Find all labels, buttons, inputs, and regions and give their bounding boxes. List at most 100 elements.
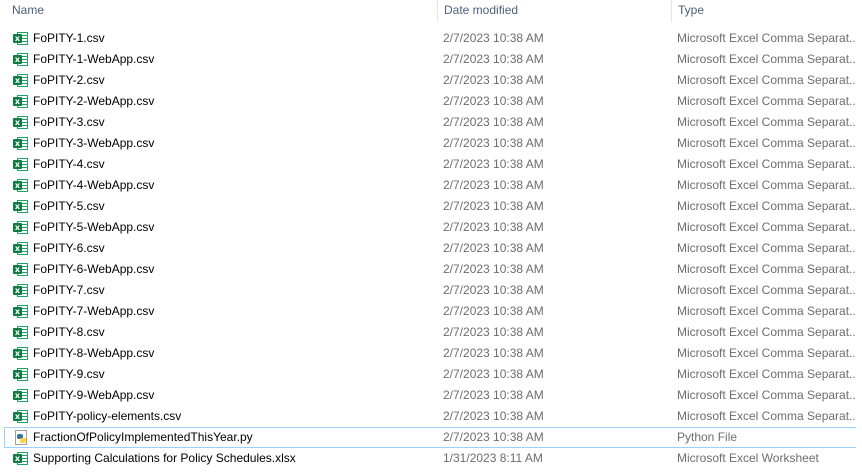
file-name[interactable]: FoPITY-6-WebApp.csv — [33, 259, 433, 280]
file-type: Microsoft Excel Comma Separat... — [677, 178, 857, 192]
excel-icon: x — [13, 388, 29, 403]
file-name[interactable]: FoPITY-7-WebApp.csv — [33, 301, 433, 322]
file-date-modified: 2/7/2023 10:38 AM — [443, 157, 544, 171]
file-date-modified: 2/7/2023 10:38 AM — [443, 409, 544, 423]
excel-icon: x — [13, 262, 29, 277]
column-header-type[interactable]: Type — [671, 0, 862, 22]
excel-icon: x — [13, 409, 29, 424]
file-name[interactable]: FoPITY-8.csv — [33, 322, 433, 343]
file-type: Microsoft Excel Comma Separat... — [677, 31, 857, 45]
column-header-name[interactable]: Name — [6, 0, 436, 22]
file-row[interactable]: x FoPITY-6-WebApp.csv 2/7/2023 10:38 AM Mic… — [0, 259, 862, 280]
file-name[interactable]: FoPITY-policy-elements.csv — [33, 406, 433, 427]
file-name[interactable]: FoPITY-9-WebApp.csv — [33, 385, 433, 406]
file-list: x FoPITY-1.csv 2/7/2023 10:38 AM Microsoft … — [0, 28, 862, 469]
excel-icon: x — [13, 136, 29, 151]
file-date-modified: 2/7/2023 10:38 AM — [443, 220, 544, 234]
file-name[interactable]: FoPITY-8-WebApp.csv — [33, 343, 433, 364]
file-name[interactable]: FoPITY-1-WebApp.csv — [33, 49, 433, 70]
file-row[interactable]: x FoPITY-9-WebApp.csv 2/7/2023 10:38 AM Mic… — [0, 385, 862, 406]
file-row[interactable]: x FoPITY-2.csv 2/7/2023 10:38 AM Microsoft … — [0, 70, 862, 91]
file-name[interactable]: FoPITY-5-WebApp.csv — [33, 217, 433, 238]
file-row[interactable]: x FoPITY-7-WebApp.csv 2/7/2023 10:38 AM Mic… — [0, 301, 862, 322]
file-name[interactable]: FoPITY-4-WebApp.csv — [33, 175, 433, 196]
file-date-modified: 2/7/2023 10:38 AM — [443, 136, 544, 150]
file-date-modified: 2/7/2023 10:38 AM — [443, 115, 544, 129]
file-row[interactable]: x FoPITY-8.csv 2/7/2023 10:38 AM Microsoft … — [0, 322, 862, 343]
excel-icon: x — [13, 451, 29, 466]
file-row[interactable]: x FoPITY-4.csv 2/7/2023 10:38 AM Microsoft … — [0, 154, 862, 175]
file-name[interactable]: FoPITY-5.csv — [33, 196, 433, 217]
file-name[interactable]: FoPITY-1.csv — [33, 28, 433, 49]
file-row[interactable]: x FoPITY-2-WebApp.csv 2/7/2023 10:38 AM Mic… — [0, 91, 862, 112]
excel-icon: x — [13, 325, 29, 340]
file-row[interactable]: x FoPITY-7.csv 2/7/2023 10:38 AM Microsoft … — [0, 280, 862, 301]
file-row[interactable]: x FoPITY-1-WebApp.csv 2/7/2023 10:38 AM Mic… — [0, 49, 862, 70]
file-row[interactable]: x FoPITY-policy-elements.csv 2/7/2023 10:3… — [0, 406, 862, 427]
file-name[interactable]: FoPITY-7.csv — [33, 280, 433, 301]
file-date-modified: 2/7/2023 10:38 AM — [443, 388, 544, 402]
excel-icon: x — [13, 304, 29, 319]
file-date-modified: 2/7/2023 10:38 AM — [443, 262, 544, 276]
excel-icon: x — [13, 52, 29, 67]
file-row[interactable]: x Supporting Calculations for Policy Sche… — [0, 448, 862, 469]
file-type: Microsoft Excel Comma Separat... — [677, 325, 857, 339]
excel-icon: x — [13, 241, 29, 256]
column-header-date-modified[interactable]: Date modified — [437, 0, 670, 22]
excel-icon: x — [13, 199, 29, 214]
file-name[interactable]: FoPITY-3-WebApp.csv — [33, 133, 433, 154]
file-row[interactable]: x FoPITY-6.csv 2/7/2023 10:38 AM Microsoft … — [0, 238, 862, 259]
file-name[interactable]: FractionOfPolicyImplementedThisYear.py — [33, 427, 433, 448]
file-type: Microsoft Excel Comma Separat... — [677, 388, 857, 402]
file-explorer-details-view: Name Date modified Type x FoPITY-1.csv 2/7… — [0, 0, 862, 474]
excel-icon: x — [13, 115, 29, 130]
file-date-modified: 2/7/2023 10:38 AM — [443, 241, 544, 255]
file-type: Microsoft Excel Comma Separat... — [677, 367, 857, 381]
file-date-modified: 2/7/2023 10:38 AM — [443, 304, 544, 318]
excel-icon: x — [13, 157, 29, 172]
python-file-icon — [13, 430, 29, 445]
file-date-modified: 2/7/2023 10:38 AM — [443, 283, 544, 297]
file-type: Microsoft Excel Comma Separat... — [677, 283, 857, 297]
file-type: Python File — [677, 430, 738, 444]
file-date-modified: 2/7/2023 10:38 AM — [443, 94, 544, 108]
file-type: Microsoft Excel Comma Separat... — [677, 220, 857, 234]
file-type: Microsoft Excel Comma Separat... — [677, 94, 857, 108]
file-type: Microsoft Excel Worksheet — [677, 451, 819, 465]
file-name[interactable]: FoPITY-2-WebApp.csv — [33, 91, 433, 112]
scrollbar-track[interactable] — [856, 0, 862, 474]
file-name[interactable]: FoPITY-6.csv — [33, 238, 433, 259]
column-header-bar: Name Date modified Type — [0, 0, 862, 24]
excel-icon: x — [13, 220, 29, 235]
excel-icon: x — [13, 178, 29, 193]
file-name[interactable]: FoPITY-9.csv — [33, 364, 433, 385]
file-type: Microsoft Excel Comma Separat... — [677, 73, 857, 87]
file-name[interactable]: Supporting Calculations for Policy Sched… — [33, 448, 433, 469]
file-type: Microsoft Excel Comma Separat... — [677, 199, 857, 213]
excel-icon: x — [13, 367, 29, 382]
excel-icon: x — [13, 346, 29, 361]
file-row[interactable]: FractionOfPolicyImplementedThisYear.py 2/… — [4, 427, 860, 448]
excel-icon: x — [13, 31, 29, 46]
file-row[interactable]: x FoPITY-9.csv 2/7/2023 10:38 AM Microsoft … — [0, 364, 862, 385]
file-row[interactable]: x FoPITY-3.csv 2/7/2023 10:38 AM Microsoft … — [0, 112, 862, 133]
file-date-modified: 2/7/2023 10:38 AM — [443, 73, 544, 87]
file-date-modified: 2/7/2023 10:38 AM — [443, 430, 544, 444]
file-type: Microsoft Excel Comma Separat... — [677, 115, 857, 129]
file-name[interactable]: FoPITY-3.csv — [33, 112, 433, 133]
file-row[interactable]: x FoPITY-5.csv 2/7/2023 10:38 AM Microsoft … — [0, 196, 862, 217]
file-row[interactable]: x FoPITY-4-WebApp.csv 2/7/2023 10:38 AM Mic… — [0, 175, 862, 196]
file-row[interactable]: x FoPITY-5-WebApp.csv 2/7/2023 10:38 AM Mic… — [0, 217, 862, 238]
file-row[interactable]: x FoPITY-3-WebApp.csv 2/7/2023 10:38 AM Mic… — [0, 133, 862, 154]
file-type: Microsoft Excel Comma Separat... — [677, 136, 857, 150]
file-name[interactable]: FoPITY-2.csv — [33, 70, 433, 91]
file-row[interactable]: x FoPITY-8-WebApp.csv 2/7/2023 10:38 AM Mic… — [0, 343, 862, 364]
file-date-modified: 2/7/2023 10:38 AM — [443, 52, 544, 66]
file-date-modified: 2/7/2023 10:38 AM — [443, 31, 544, 45]
file-date-modified: 2/7/2023 10:38 AM — [443, 346, 544, 360]
excel-icon: x — [13, 73, 29, 88]
file-date-modified: 2/7/2023 10:38 AM — [443, 178, 544, 192]
file-name[interactable]: FoPITY-4.csv — [33, 154, 433, 175]
file-row[interactable]: x FoPITY-1.csv 2/7/2023 10:38 AM Microsoft … — [0, 28, 862, 49]
file-type: Microsoft Excel Comma Separat... — [677, 304, 857, 318]
